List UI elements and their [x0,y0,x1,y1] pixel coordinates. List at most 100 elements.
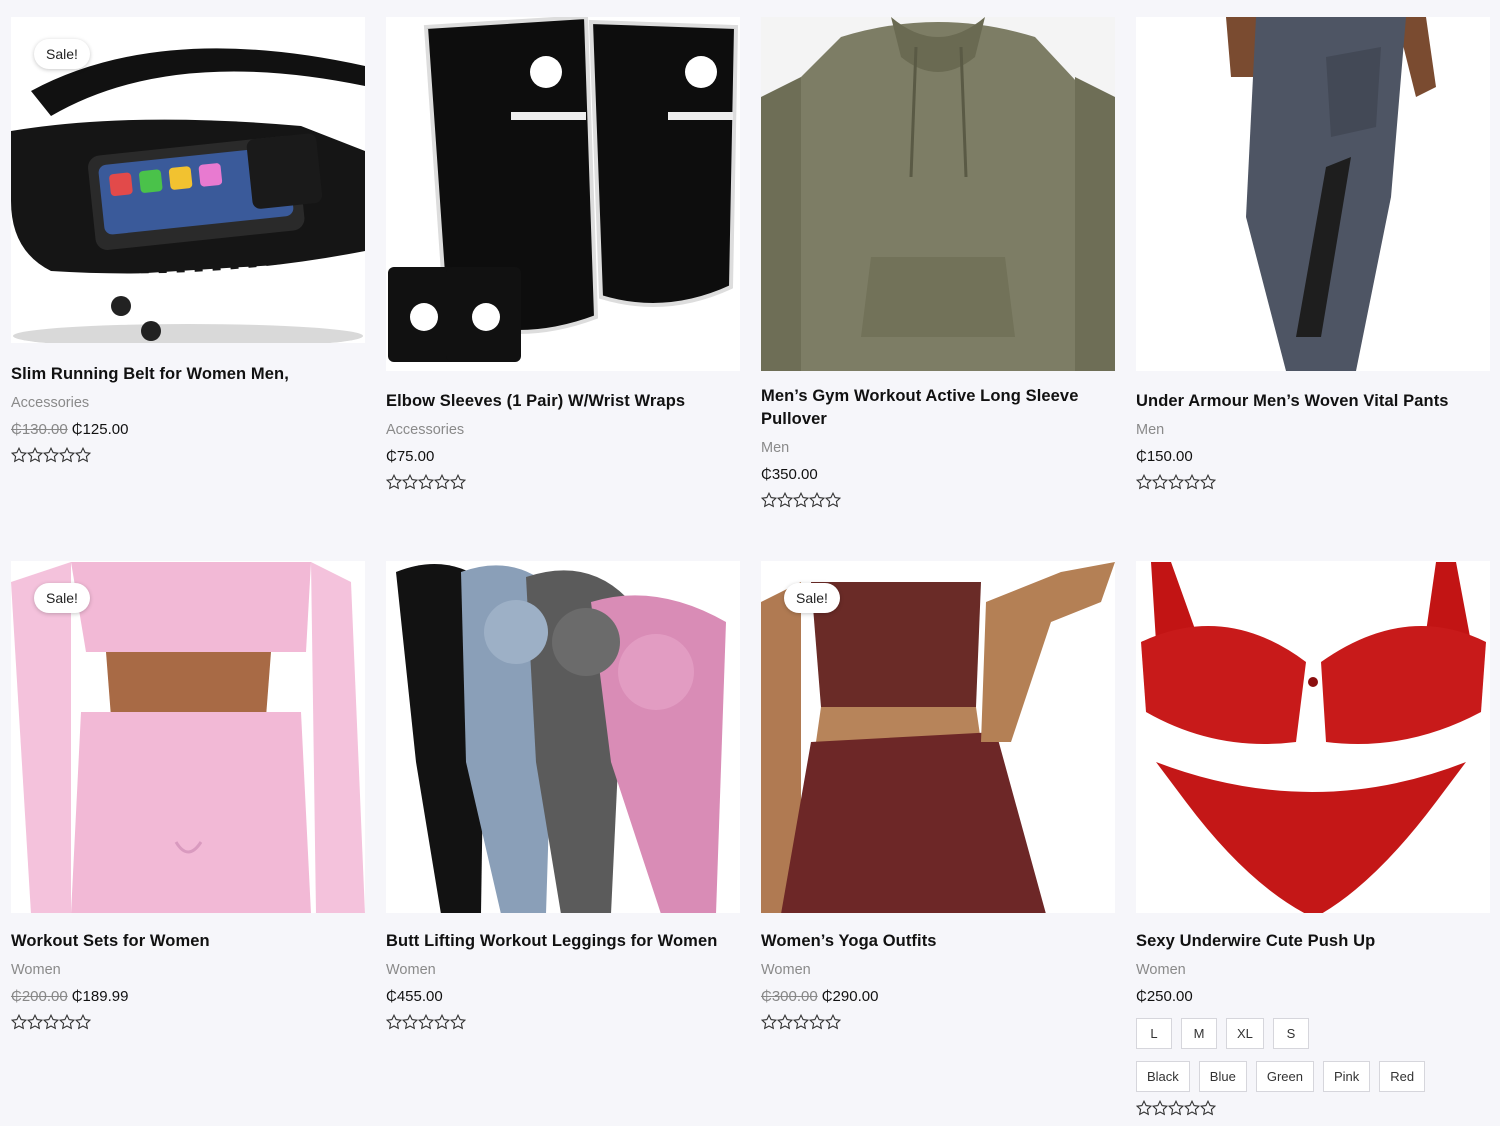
product-title[interactable]: Sexy Underwire Cute Push Up [1136,930,1490,953]
star-outline-icon [43,1014,59,1030]
product-image-woven-pants[interactable] [1136,17,1490,371]
product-grid: Sale! Slim Running Belt for Women Men, A… [0,0,1500,1126]
woven-pants-image [1136,17,1490,371]
color-swatch-pink[interactable]: Pink [1322,1061,1371,1092]
product-regular-price: ₵150.00 [1136,448,1193,465]
star-outline-icon [75,1014,91,1030]
product-category[interactable]: Men [1136,421,1490,439]
star-outline-icon [386,1014,402,1030]
star-outline-icon [434,474,450,490]
color-swatch-green[interactable]: Green [1255,1061,1314,1092]
product-category[interactable]: Women [761,961,1115,979]
star-outline-icon [1136,474,1152,490]
product-category[interactable]: Women [11,961,365,979]
product-old-price: ₵200.00 [11,988,68,1005]
sale-badge: Sale! [784,583,840,613]
star-outline-icon [1168,474,1184,490]
product-price: ₵350.00 [761,466,1115,484]
product-old-price: ₵300.00 [761,988,818,1005]
product-title[interactable]: Women’s Yoga Outfits [761,930,1115,953]
size-swatch-xl[interactable]: XL [1226,1018,1264,1049]
color-swatch-red[interactable]: Red [1379,1061,1426,1092]
star-outline-icon [75,447,91,463]
star-rating [761,1014,1115,1030]
star-outline-icon [434,1014,450,1030]
product-card-butt-lifting-leggings: Butt Lifting Workout Leggings for Women … [386,561,740,1030]
star-outline-icon [11,447,27,463]
star-rating [11,447,365,463]
star-outline-icon [402,1014,418,1030]
star-outline-icon [793,1014,809,1030]
product-card-yoga-outfits: Sale! Women’s Yoga Outfits Women ₵300.00… [761,561,1115,1030]
product-image-underwire-push-up[interactable] [1136,561,1490,913]
star-outline-icon [27,447,43,463]
star-outline-icon [1200,1100,1216,1116]
product-price: ₵200.00 ₵189.99 [11,988,365,1006]
product-image-elbow-sleeves[interactable] [386,17,740,371]
star-outline-icon [59,447,75,463]
product-title[interactable]: Butt Lifting Workout Leggings for Women [386,930,740,953]
star-outline-icon [777,492,793,508]
star-outline-icon [809,492,825,508]
product-image-running-belt[interactable]: Sale! [11,17,365,343]
gym-pullover-image [761,17,1115,371]
product-sale-price: ₵189.99 [71,988,129,1005]
star-outline-icon [1184,1100,1200,1116]
yoga-outfits-image [761,562,1115,913]
elbow-sleeves-image [388,17,739,362]
product-title[interactable]: Elbow Sleeves (1 Pair) W/Wrist Wraps [386,390,740,413]
product-regular-price: ₵75.00 [386,448,435,465]
product-sale-price: ₵125.00 [71,421,129,438]
product-image-butt-lifting-leggings[interactable] [386,561,740,913]
color-swatch-blue[interactable]: Blue [1198,1061,1247,1092]
star-outline-icon [761,1014,777,1030]
product-card-underwire-push-up: Sexy Underwire Cute Push Up Women ₵250.0… [1136,561,1490,1116]
product-price: ₵130.00 ₵125.00 [11,421,365,439]
product-title[interactable]: Under Armour Men’s Woven Vital Pants [1136,390,1490,413]
sale-badge: Sale! [34,583,90,613]
product-image-yoga-outfits[interactable]: Sale! [761,561,1115,913]
product-image-workout-sets[interactable]: Sale! [11,561,365,913]
star-rating [386,474,740,490]
sale-badge: Sale! [34,39,90,69]
product-category[interactable]: Accessories [11,394,365,412]
star-outline-icon [402,474,418,490]
product-title[interactable]: Men’s Gym Workout Active Long Sleeve Pul… [761,385,1115,431]
product-old-price: ₵130.00 [11,421,68,438]
product-title[interactable]: Workout Sets for Women [11,930,365,953]
product-category[interactable]: Women [386,961,740,979]
size-swatches: L M XL S [1136,1018,1490,1049]
star-outline-icon [450,474,466,490]
star-outline-icon [1200,474,1216,490]
star-outline-icon [777,1014,793,1030]
product-category[interactable]: Men [761,439,1115,457]
product-image-gym-pullover[interactable] [761,17,1115,371]
product-regular-price: ₵350.00 [761,466,818,483]
color-swatch-black[interactable]: Black [1136,1061,1190,1092]
star-outline-icon [761,492,777,508]
leggings-image [386,562,740,913]
product-card-workout-sets: Sale! Workout Sets for Women Women ₵200.… [11,561,365,1030]
product-category[interactable]: Accessories [386,421,740,439]
product-price: ₵75.00 [386,448,740,466]
star-outline-icon [450,1014,466,1030]
size-swatch-l[interactable]: L [1136,1018,1172,1049]
size-swatch-s[interactable]: S [1272,1018,1309,1049]
star-outline-icon [825,492,841,508]
product-title[interactable]: Slim Running Belt for Women Men, [11,363,365,386]
product-price: ₵300.00 ₵290.00 [761,988,1115,1006]
size-swatch-m[interactable]: M [1181,1018,1217,1049]
star-rating [1136,474,1490,490]
underwire-set-image [1136,562,1490,913]
star-outline-icon [1152,1100,1168,1116]
star-outline-icon [1136,1100,1152,1116]
product-category[interactable]: Women [1136,961,1490,979]
star-rating [1136,1100,1490,1116]
product-card-gym-pullover: Men’s Gym Workout Active Long Sleeve Pul… [761,17,1115,508]
product-price: ₵250.00 [1136,988,1490,1006]
star-outline-icon [43,447,59,463]
star-outline-icon [1168,1100,1184,1116]
star-outline-icon [11,1014,27,1030]
color-swatches: Black Blue Green Pink Red [1136,1061,1490,1092]
star-outline-icon [418,1014,434,1030]
